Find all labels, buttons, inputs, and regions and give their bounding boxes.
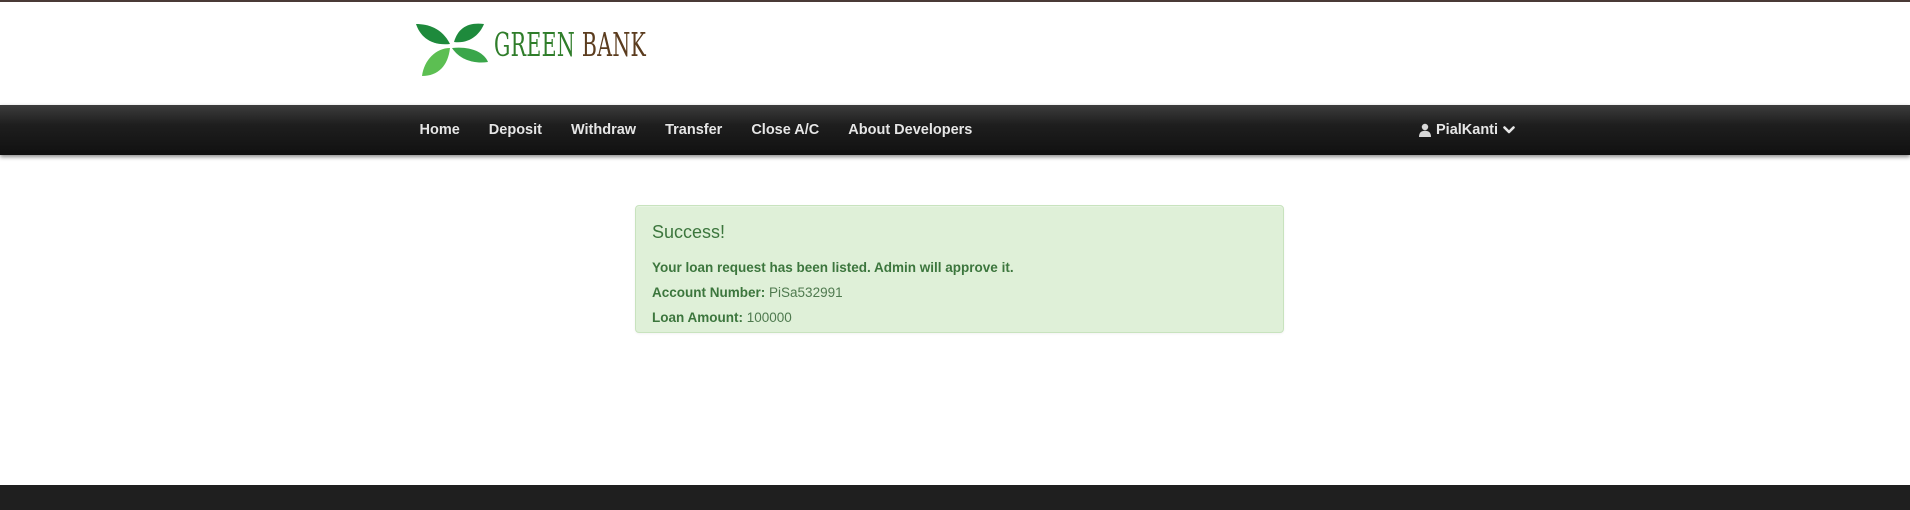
- brand-name-green: GREEN: [494, 24, 576, 64]
- nav-item-close-account[interactable]: Close A/C: [737, 105, 834, 155]
- brand-name: GREEN BANK: [494, 25, 646, 64]
- alert-message: Your loan request has been listed. Admin…: [652, 260, 1014, 275]
- loan-amount-label: Loan Amount:: [652, 310, 743, 325]
- nav-item-about-developers[interactable]: About Developers: [834, 105, 987, 155]
- brand-name-bank: BANK: [581, 24, 647, 64]
- chevron-down-icon: [1503, 126, 1515, 134]
- main-navbar: Home Deposit Withdraw Transfer Close A/C…: [0, 105, 1910, 155]
- brand-link[interactable]: GREEN BANK: [414, 18, 739, 78]
- nav-item-home[interactable]: Home: [405, 105, 474, 155]
- success-alert: Success! Your loan request has been list…: [635, 205, 1284, 333]
- loan-amount-value: 100000: [746, 310, 792, 325]
- loan-amount-row: Loan Amount: 100000: [652, 305, 1267, 330]
- leaf-logo-icon: [416, 23, 488, 76]
- nav-item-deposit[interactable]: Deposit: [474, 105, 556, 155]
- account-number-value: PiSa532991: [769, 285, 843, 300]
- nav-links: Home Deposit Withdraw Transfer Close A/C…: [405, 105, 987, 155]
- account-number-row: Account Number: PiSa532991: [652, 280, 1267, 305]
- top-border: [0, 0, 1910, 2]
- page: GREEN BANK Home Deposit Withdraw Transfe…: [0, 0, 1910, 510]
- alert-title: Success!: [652, 222, 726, 242]
- user-icon: [1419, 123, 1431, 137]
- nav-item-transfer[interactable]: Transfer: [651, 105, 737, 155]
- account-number-label: Account Number:: [652, 285, 766, 300]
- footer-bar: [0, 485, 1910, 510]
- user-menu-dropdown[interactable]: PialKanti: [1418, 105, 1515, 155]
- nav-item-withdraw[interactable]: Withdraw: [556, 105, 650, 155]
- user-name: PialKanti: [1436, 122, 1499, 138]
